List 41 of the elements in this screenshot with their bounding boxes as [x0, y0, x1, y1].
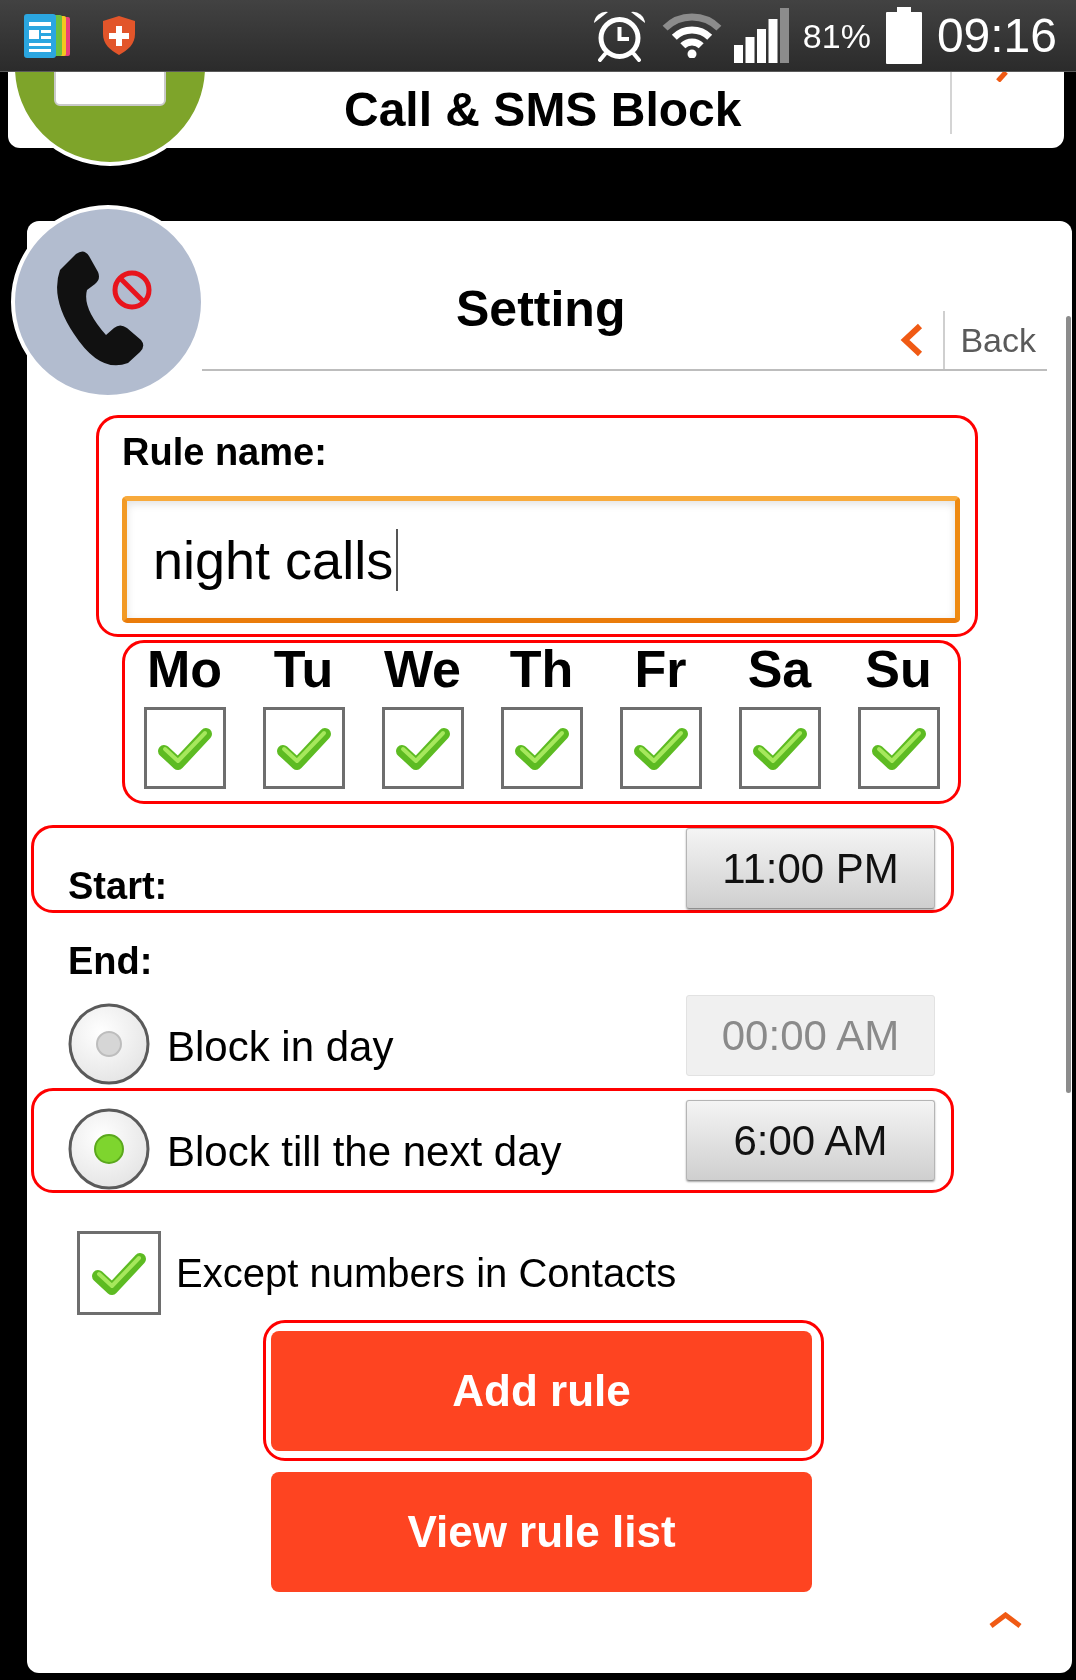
- card-title: Call & SMS Block: [344, 82, 742, 138]
- day-label: Sa: [747, 643, 812, 695]
- day-checkbox[interactable]: [738, 707, 821, 789]
- caret-up-icon[interactable]: [988, 1612, 1023, 1628]
- day-label: We: [383, 643, 462, 695]
- chevron-left-icon: [900, 323, 925, 357]
- action-button[interactable]: Add rule: [271, 1331, 812, 1451]
- checkbox[interactable]: [77, 1231, 161, 1315]
- document-icon: [24, 13, 70, 58]
- day-label: Fr: [634, 643, 687, 695]
- text-cursor: [396, 528, 399, 591]
- back-button[interactable]: Back: [900, 311, 1047, 369]
- day-checkbox[interactable]: [381, 707, 464, 789]
- day-checkbox[interactable]: [619, 707, 702, 789]
- battery-percent: 81%: [802, 15, 871, 56]
- day-checkbox[interactable]: [143, 707, 226, 789]
- radio-button[interactable]: [68, 1108, 150, 1190]
- rule-name-field[interactable]: night calls: [122, 496, 960, 623]
- day-label: Su: [865, 643, 932, 695]
- time-button[interactable]: 11:00 PM: [686, 828, 935, 909]
- chevron-icon: [994, 72, 1008, 82]
- shield-icon: [102, 15, 136, 56]
- field-label: End:: [68, 939, 153, 983]
- option-label: Block till the next day: [167, 1128, 562, 1176]
- time-button[interactable]: 6:00 AM: [686, 1100, 935, 1181]
- radio-button[interactable]: [68, 1003, 150, 1085]
- battery-icon: [884, 7, 923, 64]
- day-label: Mo: [146, 643, 223, 695]
- day-checkbox[interactable]: [857, 707, 940, 789]
- action-button[interactable]: View rule list: [271, 1472, 812, 1592]
- signal-icon: [733, 8, 790, 63]
- checkbox-label: Except numbers in Contacts: [176, 1250, 677, 1296]
- option-label: Block in day: [167, 1023, 394, 1071]
- clock-time: 09:16: [936, 7, 1057, 64]
- day-checkbox[interactable]: [500, 707, 583, 789]
- field-label: Rule name:: [122, 430, 327, 474]
- day-label: Th: [509, 643, 574, 695]
- day-checkbox[interactable]: [262, 707, 345, 789]
- field-label: Start:: [68, 864, 168, 908]
- screen-title: Setting: [456, 281, 626, 337]
- day-label: Tu: [273, 643, 334, 695]
